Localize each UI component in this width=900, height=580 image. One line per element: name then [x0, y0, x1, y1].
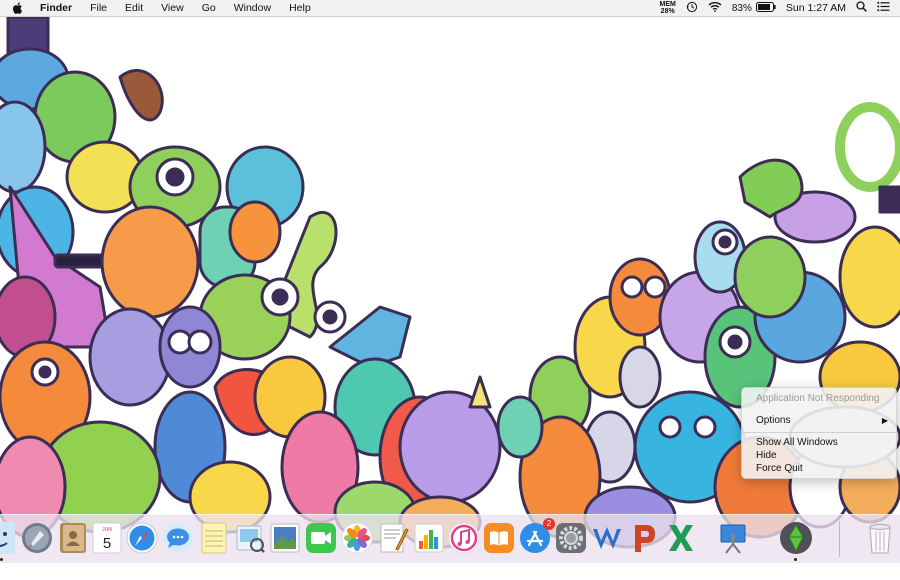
dock-notes[interactable] — [197, 521, 231, 555]
dock-the-sims[interactable] — [779, 521, 813, 555]
dock-numbers[interactable] — [412, 521, 446, 555]
dock-messages[interactable] — [161, 521, 195, 555]
system-preferences-icon — [556, 523, 586, 553]
menu-app-finder[interactable]: Finder — [36, 0, 81, 16]
memory-value: 28% — [660, 8, 675, 15]
dock-ibooks[interactable] — [482, 521, 516, 555]
dock-microsoft-word[interactable] — [590, 521, 624, 555]
photo-viewer-icon — [270, 523, 300, 553]
dock-trash[interactable] — [863, 521, 897, 555]
dock-microsoft-powerpoint[interactable] — [626, 521, 660, 555]
finder-icon — [0, 522, 15, 554]
menu-bar: Finder File Edit View Go Window Help MEM… — [0, 0, 900, 17]
spotlight-icon[interactable] — [856, 1, 867, 15]
doodle-monsters-illustration — [0, 17, 900, 549]
menu-item-hide[interactable]: Hide — [742, 449, 896, 462]
messages-icon — [163, 523, 193, 553]
dock-textedit[interactable] — [376, 521, 410, 555]
itunes-icon — [448, 522, 480, 554]
menu-edit[interactable]: Edit — [116, 0, 152, 16]
dock-calendar[interactable]: JUN 5 — [90, 521, 124, 555]
app-not-responding-label: Application Not Responding — [756, 393, 880, 404]
dock-itunes[interactable] — [447, 521, 481, 555]
menu-window[interactable]: Window — [225, 0, 280, 16]
memory-label: MEM — [659, 1, 676, 8]
safari-icon — [126, 522, 158, 554]
dock-launchpad[interactable] — [20, 521, 54, 555]
battery-percent: 83% — [731, 2, 752, 14]
battery-icon — [755, 1, 776, 15]
menu-separator — [742, 432, 896, 433]
textedit-icon — [380, 523, 409, 553]
menu-item-force-quit[interactable]: Force Quit — [742, 462, 896, 475]
menu-file[interactable]: File — [81, 0, 116, 16]
word-icon — [593, 527, 621, 549]
dock-app-store[interactable]: 2 — [518, 518, 555, 555]
dock-finder[interactable] — [0, 521, 16, 555]
dock-keynote[interactable] — [716, 521, 750, 555]
menu-item-options[interactable]: Options ▶ — [742, 414, 896, 427]
dock-preview[interactable] — [233, 521, 267, 555]
ibooks-icon — [484, 523, 514, 553]
wifi-icon[interactable] — [708, 1, 722, 15]
sims-plumbob-icon — [780, 522, 812, 554]
clock[interactable]: Sun 1:27 AM — [786, 2, 846, 14]
contacts-icon — [60, 523, 86, 553]
menu-item-options-label: Options — [756, 415, 791, 426]
dock-app-context-menu: Application Not Responding Options ▶ Sho… — [741, 387, 897, 479]
menu-help[interactable]: Help — [280, 0, 320, 16]
running-indicator — [0, 558, 3, 561]
notification-center-icon[interactable] — [877, 1, 890, 15]
dock-microsoft-excel[interactable] — [664, 521, 698, 555]
calendar-day: 5 — [103, 535, 111, 552]
excel-icon — [669, 525, 693, 551]
battery-status[interactable]: 83% — [731, 1, 776, 15]
submenu-arrow-icon: ▶ — [881, 416, 888, 425]
dock-facetime[interactable] — [304, 521, 338, 555]
menu-view[interactable]: View — [152, 0, 193, 16]
time-machine-icon[interactable] — [686, 1, 698, 16]
dock: JUN 5 2 — [0, 514, 900, 563]
photos-icon — [341, 522, 373, 554]
notes-icon — [201, 522, 227, 554]
dock-system-preferences[interactable] — [554, 521, 588, 555]
launchpad-icon — [22, 523, 52, 553]
calendar-icon: JUN 5 — [92, 522, 122, 554]
menu-go[interactable]: Go — [193, 0, 225, 16]
dock-separator — [839, 521, 840, 557]
dock-photo-viewer[interactable] — [268, 521, 302, 555]
menu-item-show-all-windows[interactable]: Show All Windows — [742, 436, 896, 449]
numbers-icon — [414, 523, 444, 553]
apple-icon[interactable] — [12, 2, 26, 14]
keynote-icon — [720, 524, 746, 554]
powerpoint-icon — [635, 525, 655, 552]
memory-status[interactable]: MEM 28% — [660, 1, 676, 15]
dock-contacts[interactable] — [56, 521, 90, 555]
dock-safari[interactable] — [125, 521, 159, 555]
desktop-wallpaper — [0, 17, 900, 580]
calendar-month: JUN — [102, 527, 112, 533]
preview-icon — [236, 525, 265, 553]
running-indicator — [794, 558, 797, 561]
trash-icon — [869, 524, 891, 554]
dock-photos[interactable] — [340, 521, 374, 555]
facetime-icon — [306, 523, 336, 553]
